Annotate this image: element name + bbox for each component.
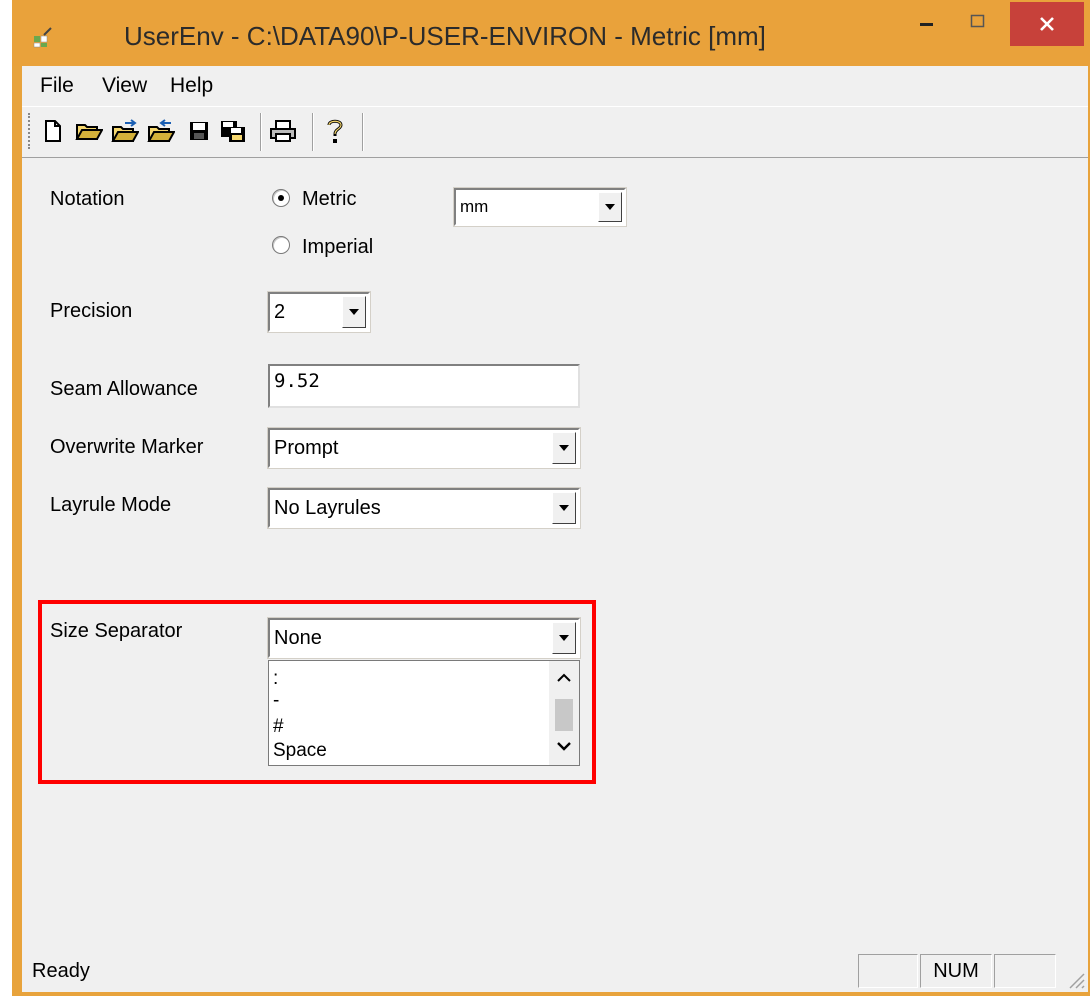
overwrite-marker-select[interactable]: Prompt bbox=[267, 427, 581, 469]
client-area: File View Help Notation Metric Imperial … bbox=[22, 66, 1088, 992]
window-title: UserEnv - C:\DATA90\P-USER-ENVIRON - Met… bbox=[124, 21, 766, 51]
precision-select[interactable]: 2 bbox=[267, 291, 371, 333]
open-button[interactable] bbox=[74, 115, 104, 147]
radio-imperial-label[interactable]: Imperial bbox=[302, 236, 373, 259]
menu-bar: File View Help bbox=[22, 66, 1088, 106]
chevron-down-icon bbox=[349, 309, 359, 315]
app-icon bbox=[33, 27, 52, 48]
layrule-mode-label: Layrule Mode bbox=[50, 494, 172, 516]
title-bar[interactable]: UserEnv - C:\DATA90\P-USER-ENVIRON - Met… bbox=[12, 0, 1090, 66]
open-import-button[interactable] bbox=[110, 115, 140, 147]
new-document-icon bbox=[45, 120, 61, 142]
menu-help[interactable]: Help bbox=[170, 74, 213, 98]
chevron-down-icon bbox=[605, 204, 615, 210]
settings-panel: Notation Metric Imperial mm Precision 2 … bbox=[22, 158, 1088, 948]
layrule-mode-value: No Layrules bbox=[274, 496, 381, 519]
unit-select-value: mm bbox=[460, 197, 489, 216]
open-folder-arrow-icon bbox=[111, 119, 139, 142]
folder-back-icon bbox=[147, 119, 175, 142]
toolbar bbox=[22, 106, 1088, 158]
layrule-mode-dropdown-button[interactable] bbox=[552, 492, 576, 524]
save-button[interactable] bbox=[184, 115, 214, 147]
status-pane-caps bbox=[858, 954, 918, 988]
toolbar-separator bbox=[260, 113, 262, 151]
seam-allowance-label: Seam Allowance bbox=[50, 378, 198, 400]
minimize-button[interactable] bbox=[902, 0, 952, 44]
notation-label: Notation bbox=[50, 188, 125, 210]
open-back-button[interactable] bbox=[146, 115, 176, 147]
maximize-button[interactable] bbox=[952, 0, 1004, 44]
help-icon bbox=[327, 119, 343, 143]
chevron-down-icon bbox=[559, 445, 569, 451]
print-button[interactable] bbox=[268, 115, 298, 147]
save-all-button[interactable] bbox=[218, 115, 248, 147]
seam-allowance-value: 9.52 bbox=[274, 370, 320, 392]
toolbar-separator bbox=[312, 113, 314, 151]
chevron-down-icon bbox=[559, 505, 569, 511]
status-pane-scroll bbox=[994, 954, 1056, 988]
minimize-icon bbox=[920, 23, 933, 26]
overwrite-marker-value: Prompt bbox=[274, 436, 339, 459]
menu-view[interactable]: View bbox=[102, 74, 147, 98]
save-all-icon bbox=[221, 121, 245, 142]
precision-select-value: 2 bbox=[274, 300, 286, 323]
status-pane-num: NUM bbox=[920, 954, 992, 988]
status-bar: Ready NUM bbox=[22, 948, 1088, 992]
resize-grip-icon[interactable] bbox=[1062, 966, 1086, 990]
help-button[interactable] bbox=[320, 115, 350, 147]
print-icon bbox=[270, 120, 296, 142]
save-icon bbox=[190, 122, 208, 140]
overwrite-marker-label: Overwrite Marker bbox=[50, 436, 204, 458]
unit-select[interactable]: mm bbox=[453, 187, 627, 227]
radio-metric-label[interactable]: Metric bbox=[302, 188, 356, 211]
highlight-box bbox=[38, 600, 596, 784]
close-icon bbox=[1040, 17, 1054, 31]
precision-dropdown-button[interactable] bbox=[342, 296, 366, 328]
menu-file[interactable]: File bbox=[40, 74, 74, 98]
open-folder-icon bbox=[75, 124, 103, 140]
app-window: UserEnv - C:\DATA90\P-USER-ENVIRON - Met… bbox=[12, 0, 1090, 996]
overwrite-marker-dropdown-button[interactable] bbox=[552, 432, 576, 464]
maximize-icon bbox=[970, 14, 985, 28]
new-button[interactable] bbox=[38, 115, 68, 147]
radio-imperial[interactable] bbox=[272, 236, 290, 254]
radio-selected-dot bbox=[278, 195, 284, 201]
status-text: Ready bbox=[32, 960, 90, 982]
precision-label: Precision bbox=[50, 300, 133, 322]
toolbar-separator bbox=[362, 113, 364, 151]
toolbar-grip[interactable] bbox=[28, 113, 33, 149]
radio-metric[interactable] bbox=[272, 189, 290, 207]
layrule-mode-select[interactable]: No Layrules bbox=[267, 487, 581, 529]
unit-dropdown-button[interactable] bbox=[598, 192, 622, 222]
seam-allowance-input[interactable]: 9.52 bbox=[268, 364, 580, 408]
close-button[interactable] bbox=[1010, 2, 1084, 46]
desktop-edge bbox=[0, 0, 12, 996]
